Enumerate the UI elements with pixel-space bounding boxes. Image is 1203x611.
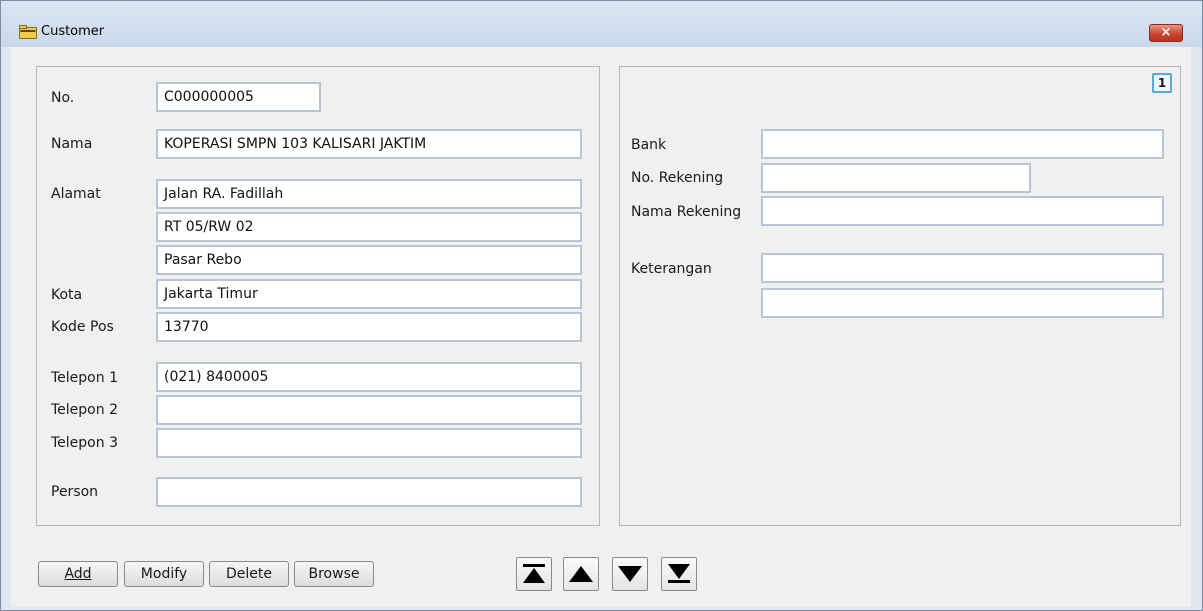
browse-button-label: Browse [308, 566, 360, 582]
alamat-label: Alamat [51, 186, 101, 202]
browse-button[interactable]: Browse [294, 561, 374, 587]
no-rekening-field[interactable] [761, 163, 1031, 193]
page-number: 1 [1157, 76, 1167, 90]
no-field[interactable]: C000000005 [156, 82, 321, 112]
alamat-line1-field[interactable]: Jalan RA. Fadillah [156, 179, 582, 209]
kota-label: Kota [51, 287, 83, 303]
last-record-button[interactable] [661, 557, 697, 591]
telepon-3-label: Telepon 3 [51, 435, 118, 451]
page-indicator-icon[interactable]: 1 [1152, 73, 1172, 93]
next-record-icon [618, 566, 642, 582]
telepon-2-label: Telepon 2 [51, 402, 118, 418]
modify-button-label: Modify [140, 566, 188, 582]
telepon-2-field[interactable] [156, 395, 582, 425]
keterangan-line2-field[interactable] [761, 288, 1164, 318]
delete-button-label: Delete [226, 566, 272, 582]
kode-pos-field[interactable]: 13770 [156, 312, 582, 342]
last-record-icon [668, 564, 690, 583]
person-label: Person [51, 484, 99, 500]
alamat-line3-field[interactable]: Pasar Rebo [156, 245, 582, 275]
delete-button[interactable]: Delete [209, 561, 289, 587]
nama-field[interactable]: KOPERASI SMPN 103 KALISARI JAKTIM [156, 129, 582, 159]
close-icon: × [1160, 25, 1172, 40]
nama-rekening-field[interactable] [761, 196, 1164, 226]
previous-record-button[interactable] [563, 557, 599, 591]
keterangan-line1-field[interactable] [761, 253, 1164, 283]
form-area: No. C000000005 Nama KOPERASI SMPN 103 KA… [11, 47, 1191, 607]
alamat-line2-field[interactable]: RT 05/RW 02 [156, 212, 582, 242]
nama-label: Nama [51, 136, 93, 152]
previous-record-icon [569, 566, 593, 582]
kode-pos-label: Kode Pos [51, 319, 114, 335]
add-button-label: Add [64, 566, 92, 582]
folder-icon [19, 25, 37, 39]
modify-button[interactable]: Modify [124, 561, 204, 587]
bank-field[interactable] [761, 129, 1164, 159]
person-field[interactable] [156, 477, 582, 507]
telepon-1-field[interactable]: (021) 8400005 [156, 362, 582, 392]
close-button[interactable]: × [1149, 24, 1183, 42]
no-label: No. [51, 90, 75, 106]
customer-window: Customer × No. C000000005 Nama KOPERASI … [0, 0, 1203, 611]
nama-rekening-label: Nama Rekening [631, 204, 742, 220]
telepon-3-field[interactable] [156, 428, 582, 458]
title-bar: Customer × [1, 1, 1202, 47]
no-rekening-label: No. Rekening [631, 170, 724, 186]
next-record-button[interactable] [612, 557, 648, 591]
window-title: Customer [41, 24, 105, 39]
first-record-button[interactable] [516, 557, 552, 591]
first-record-icon [523, 564, 545, 583]
telepon-1-label: Telepon 1 [51, 370, 118, 386]
bank-label: Bank [631, 137, 667, 153]
keterangan-label: Keterangan [631, 261, 712, 277]
kota-field[interactable]: Jakarta Timur [156, 279, 582, 309]
add-button[interactable]: Add [38, 561, 118, 587]
